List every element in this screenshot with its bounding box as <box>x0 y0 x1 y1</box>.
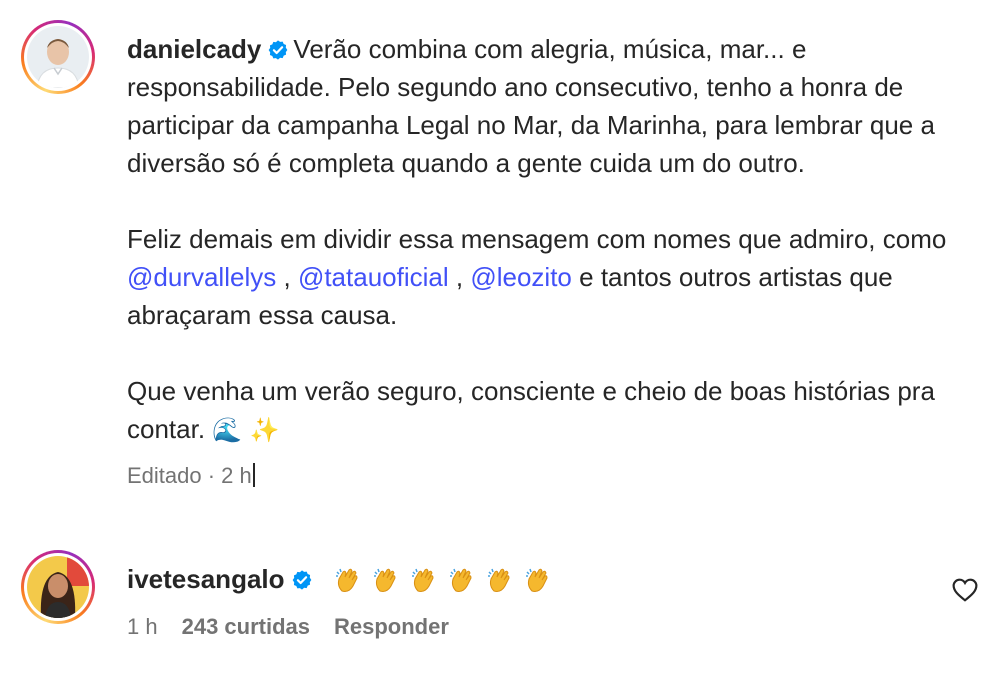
post-username[interactable]: danielcady <box>127 34 261 64</box>
avatar-border <box>24 553 92 621</box>
clapping-emojis <box>334 566 552 594</box>
comment-meta: 1 h 243 curtidas Responder <box>127 614 947 640</box>
mention-link[interactable]: @tatauoficial <box>298 262 449 292</box>
woman-portrait-icon <box>27 556 89 618</box>
clapping-hands-icon <box>411 568 434 592</box>
clapping-hands-icon <box>525 568 548 592</box>
separator: , <box>455 262 464 292</box>
avatar-border <box>24 23 92 91</box>
comment-author-avatar[interactable] <box>21 550 95 624</box>
comment-time: 1 h <box>127 614 158 639</box>
heart-outline-icon[interactable] <box>952 578 978 602</box>
man-portrait-icon <box>27 26 89 88</box>
caption-text-2-pre: Feliz demais em dividir essa mensagem co… <box>127 224 947 254</box>
clapping-hands-icon <box>487 568 510 592</box>
avatar-photo <box>27 556 89 618</box>
avatar-photo <box>27 26 89 88</box>
wave-sparkles-emoji: 🌊 ✨ <box>212 416 280 444</box>
caption-paragraph-3: Que venha um verão seguro, consciente e … <box>127 372 947 449</box>
mention-link[interactable]: @leozito <box>470 262 572 292</box>
comment-username[interactable]: ivetesangalo <box>127 564 285 594</box>
comment-text: ivetesangalo <box>127 560 947 598</box>
text-cursor <box>252 463 255 487</box>
verified-badge-icon <box>269 40 288 60</box>
clapping-hands-icon <box>335 568 358 592</box>
mention-link[interactable]: @durvallelys <box>127 262 276 292</box>
separator: , <box>283 262 291 292</box>
post-caption: danielcady Verão combina com alegria, mús… <box>127 30 947 489</box>
post-meta: Editado · 2 h <box>127 463 947 489</box>
comment-likes[interactable]: 243 curtidas <box>182 614 310 640</box>
comment: ivetesangalo 1 h 243 curtidas Responder <box>127 560 947 640</box>
edited-timestamp: Editado · 2 h <box>127 463 252 488</box>
verified-badge-icon <box>292 570 311 590</box>
caption-paragraph-2: Feliz demais em dividir essa mensagem co… <box>127 220 947 334</box>
clapping-hands-icon <box>373 568 396 592</box>
post-author-avatar[interactable] <box>21 20 95 94</box>
reply-button[interactable]: Responder <box>334 614 449 640</box>
clapping-hands-icon <box>449 568 472 592</box>
caption-paragraph-1: danielcady Verão combina com alegria, mús… <box>127 30 947 182</box>
